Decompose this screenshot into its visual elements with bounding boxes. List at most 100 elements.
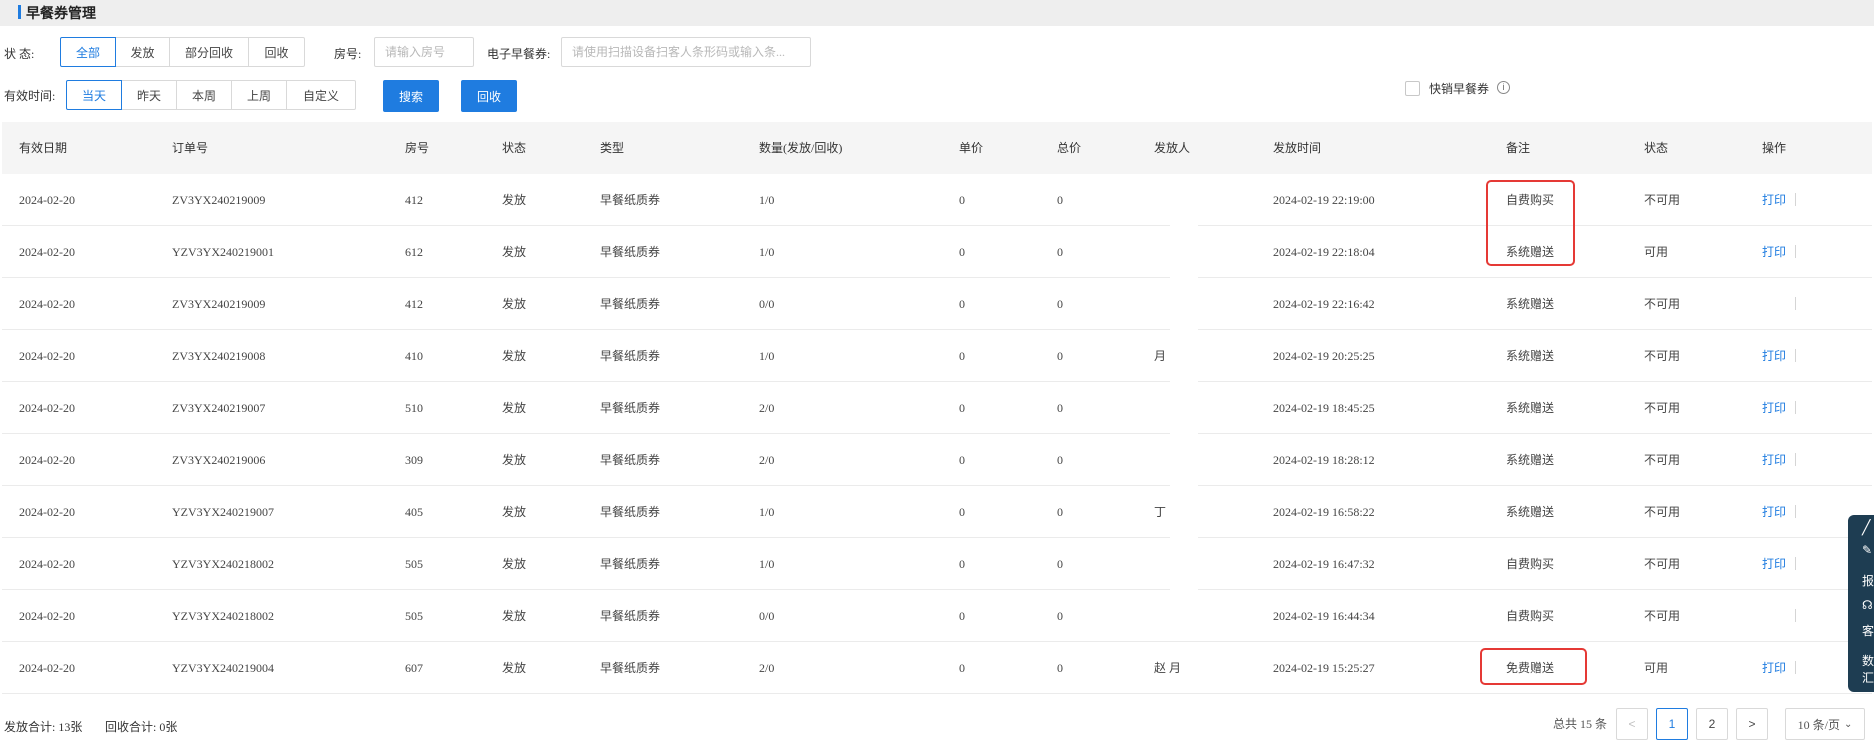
action-divider	[1795, 609, 1796, 622]
cell-valid-date: 2024-02-20	[19, 297, 75, 311]
cell-valid-date: 2024-02-20	[19, 609, 75, 623]
page-size-select[interactable]: 10 条/页 ⌄	[1785, 708, 1865, 740]
cell-quantity: 2/0	[759, 453, 775, 467]
search-button[interactable]: 搜索	[383, 80, 439, 112]
quick-coupon-checkbox[interactable]	[1405, 81, 1420, 96]
tab-status-all[interactable]: 全部	[60, 37, 116, 67]
prev-page-button[interactable]: <	[1616, 708, 1648, 740]
quick-coupon-label: 快销早餐券	[1429, 82, 1490, 96]
page-1-button[interactable]: 1	[1656, 708, 1688, 740]
cell-quantity: 1/0	[759, 505, 775, 519]
cell-order-no: ZV3YX240219006	[172, 453, 266, 467]
table-row: 2024-02-20 YZV3YX240219007 405 发放 早餐纸质券 1/0 0 0…	[2, 486, 1872, 538]
cell-issue-time: 2024-02-19 16:58:22	[1273, 505, 1375, 519]
info-icon[interactable]: i	[1497, 81, 1510, 94]
print-link[interactable]: 打印	[1762, 642, 1786, 694]
tab-time-yesterday[interactable]: 昨天	[121, 80, 177, 110]
room-input[interactable]	[374, 37, 474, 67]
cell-total-price: 0	[1057, 401, 1063, 415]
cell-quantity: 1/0	[759, 193, 775, 207]
cell-valid-date: 2024-02-20	[19, 349, 75, 363]
print-link[interactable]: 打印	[1762, 226, 1786, 278]
table-row: 2024-02-20 YZV3YX240218002 505 发放 早餐纸质券 0/0 0 0…	[2, 590, 1872, 642]
cell-status: 发放	[502, 557, 527, 571]
col-type: 类型	[600, 141, 625, 155]
cell-order-no: ZV3YX240219009	[172, 297, 266, 311]
cell-status: 发放	[502, 661, 527, 675]
cell-order-no: YZV3YX240219004	[172, 661, 274, 675]
recycle-button[interactable]: 回收	[461, 80, 517, 112]
cell-total-price: 0	[1057, 453, 1063, 467]
cell-status: 发放	[502, 505, 527, 519]
cell-order-no: YZV3YX240219001	[172, 245, 274, 259]
cell-quantity: 2/0	[759, 661, 775, 675]
cell-total-price: 0	[1057, 557, 1063, 571]
cell-total-price: 0	[1057, 193, 1063, 207]
table-row: 2024-02-20 ZV3YX240219007 510 发放 早餐纸质券 2/0 0 0 2…	[2, 382, 1872, 434]
cell-type: 早餐纸质券	[600, 505, 661, 519]
print-link[interactable]: 打印	[1762, 382, 1786, 434]
cell-order-no: YZV3YX240218002	[172, 557, 274, 571]
col-issue-time: 发放时间	[1273, 141, 1322, 155]
cell-quantity: 0/0	[759, 297, 775, 311]
cell-room: 505	[405, 557, 423, 571]
side-item-report[interactable]: 报	[1862, 572, 1874, 589]
headset-icon: ☊	[1862, 598, 1873, 612]
cell-status: 发放	[502, 349, 527, 363]
tab-time-custom[interactable]: 自定义	[286, 80, 356, 110]
action-divider	[1795, 661, 1796, 674]
cell-issue-time: 2024-02-19 22:19:00	[1273, 193, 1375, 207]
remark-highlight-box	[1480, 648, 1587, 685]
print-link[interactable]: 打印	[1762, 538, 1786, 590]
side-item-service[interactable]: 客	[1862, 622, 1874, 639]
cell-state: 不可用	[1644, 401, 1681, 415]
cell-type: 早餐纸质券	[600, 349, 661, 363]
cell-total-price: 0	[1057, 245, 1063, 259]
page-2-button[interactable]: 2	[1696, 708, 1728, 740]
side-item-data[interactable]: 数	[1862, 652, 1874, 669]
print-link[interactable]: 打印	[1762, 434, 1786, 486]
tab-status-recycled[interactable]: 回收	[248, 37, 305, 67]
cell-state: 不可用	[1644, 453, 1681, 467]
collapse-icon[interactable]: ╱	[1862, 519, 1870, 536]
cell-type: 早餐纸质券	[600, 609, 661, 623]
print-link[interactable]: 打印	[1762, 330, 1786, 382]
table-row: 2024-02-20 ZV3YX240219009 412 发放 早餐纸质券 1/0 0 0 2…	[2, 174, 1872, 226]
cell-state: 可用	[1644, 661, 1669, 675]
tab-status-issued[interactable]: 发放	[115, 37, 170, 67]
cell-type: 早餐纸质券	[600, 661, 661, 675]
cell-status: 发放	[502, 453, 527, 467]
ecoupon-label: 电子早餐券:	[487, 47, 551, 61]
cell-unit-price: 0	[959, 193, 965, 207]
title-accent	[18, 5, 21, 19]
tab-time-today[interactable]: 当天	[66, 80, 122, 110]
cell-unit-price: 0	[959, 453, 965, 467]
next-page-button[interactable]: >	[1736, 708, 1768, 740]
action-divider	[1795, 297, 1796, 310]
cell-remark: 系统赠送	[1506, 349, 1555, 363]
col-room: 房号	[405, 141, 430, 155]
col-status: 状态	[502, 141, 527, 155]
side-item-summary[interactable]: 汇	[1862, 669, 1874, 686]
cell-valid-date: 2024-02-20	[19, 401, 75, 415]
tab-status-partial[interactable]: 部分回收	[169, 37, 249, 67]
print-link[interactable]: 打印	[1762, 174, 1786, 226]
ecoupon-input[interactable]	[561, 37, 811, 67]
cell-type: 早餐纸质券	[600, 193, 661, 207]
table-row: 2024-02-20 YZV3YX240219001 612 发放 早餐纸质券 1/0 0 0…	[2, 226, 1872, 278]
cell-type: 早餐纸质券	[600, 557, 661, 571]
cell-room: 607	[405, 661, 423, 675]
cell-total-price: 0	[1057, 297, 1063, 311]
table-row: 2024-02-20 YZV3YX240219004 607 发放 早餐纸质券 2/0 0 0…	[2, 642, 1872, 694]
status-tab-group: 全部 发放 部分回收 回收	[60, 37, 305, 67]
redaction-block	[1170, 185, 1198, 625]
cell-issuer: 赵 月	[1154, 661, 1182, 675]
print-link[interactable]: 打印	[1762, 486, 1786, 538]
cell-unit-price: 0	[959, 557, 965, 571]
floating-side-panel[interactable]: ╱ ✎ 报 ☊ 客 数 汇	[1848, 515, 1874, 692]
cell-issue-time: 2024-02-19 15:25:27	[1273, 661, 1375, 675]
tab-time-last-week[interactable]: 上周	[231, 80, 287, 110]
tab-time-this-week[interactable]: 本周	[176, 80, 232, 110]
cell-issue-time: 2024-02-19 18:28:12	[1273, 453, 1375, 467]
col-issuer: 发放人	[1154, 141, 1191, 155]
